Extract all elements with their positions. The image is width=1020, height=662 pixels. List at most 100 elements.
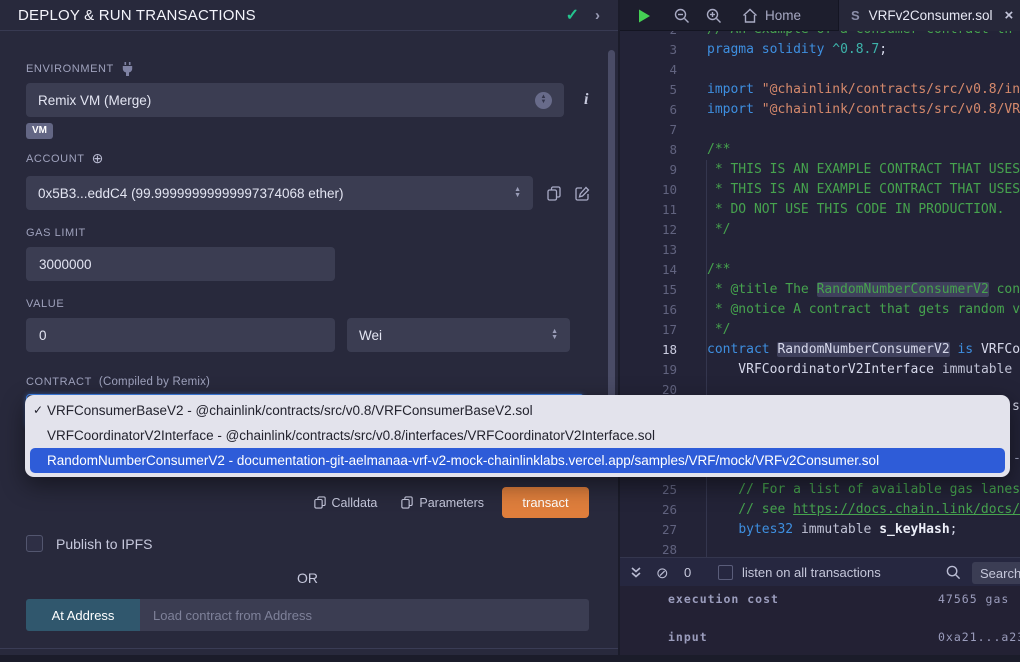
line-number: 27 [620, 520, 677, 540]
copy-parameters-button[interactable]: Parameters [401, 496, 484, 510]
vm-badge: VM [26, 123, 53, 139]
select-carets-icon: ▲▼ [551, 329, 558, 341]
home-icon [742, 8, 758, 24]
contract-option[interactable]: ✓VRFConsumerBaseV2 - @chainlink/contract… [25, 398, 1010, 423]
code-line[interactable]: 11 * DO NOT USE THIS CODE IN PRODUCTION. [620, 200, 1020, 220]
account-select[interactable]: 0x5B3...eddC4 (99.99999999999997374068 e… [26, 176, 533, 210]
line-number: 17 [620, 320, 677, 340]
copy-calldata-button[interactable]: Calldata [314, 496, 378, 510]
environment-info-icon[interactable]: i [584, 91, 588, 109]
code-text: // For a list of available gas lanes [707, 480, 1020, 500]
line-number: 25 [620, 480, 677, 500]
code-text: * THIS IS AN EXAMPLE CONTRACT THAT USES [707, 180, 1020, 200]
plug-icon [121, 62, 134, 76]
edit-account-icon[interactable] [575, 186, 590, 201]
code-line[interactable]: 27 bytes32 immutable s_keyHash; [620, 520, 1020, 540]
gas-limit-input[interactable] [26, 247, 335, 281]
add-account-plus-icon[interactable]: ⊕ [92, 150, 104, 167]
clear-console-ban-icon[interactable]: ⊘ [656, 558, 669, 587]
line-number: 13 [620, 240, 677, 260]
contract-dropdown-menu: ✓VRFConsumerBaseV2 - @chainlink/contract… [25, 395, 1010, 477]
gas-limit-label: GAS LIMIT [26, 227, 618, 239]
code-line[interactable]: 6import "@chainlink/contracts/src/v0.8/V… [620, 100, 1020, 120]
contract-option-label: VRFConsumerBaseV2 - @chainlink/contracts… [47, 403, 533, 418]
code-line[interactable]: 13 [620, 240, 1020, 260]
listen-all-transactions-checkbox[interactable] [718, 558, 733, 587]
publish-ipfs-checkbox[interactable] [26, 535, 43, 552]
copy-account-icon[interactable] [547, 186, 561, 201]
code-text: */ [707, 320, 730, 340]
zoom-out-icon[interactable] [674, 0, 690, 31]
line-number: 28 [620, 540, 677, 557]
code-line[interactable]: 15 * @title The RandomNumberConsumerV2 c… [620, 280, 1020, 300]
indent-guide [706, 160, 707, 557]
value-unit-select[interactable]: Wei ▲▼ [347, 318, 570, 352]
close-tab-icon[interactable]: × [1004, 7, 1013, 24]
select-carets-icon: ▲▼ [514, 187, 521, 199]
code-line[interactable]: 19 VRFCoordinatorV2Interface immutable [620, 360, 1020, 380]
select-carets-icon: ▲▼ [535, 92, 552, 109]
code-line[interactable]: 9 * THIS IS AN EXAMPLE CONTRACT THAT USE… [620, 160, 1020, 180]
or-separator: OR [26, 570, 589, 586]
contract-label: CONTRACT (Compiled by Remix) [26, 376, 618, 388]
at-address-button[interactable]: At Address [26, 599, 140, 631]
value-label: VALUE [26, 298, 618, 310]
line-number: 7 [620, 120, 677, 140]
code-text: /** [707, 260, 730, 280]
code-text: import "@chainlink/contracts/src/v0.8/in… [707, 80, 1020, 100]
terminal-search-input[interactable] [972, 562, 1020, 584]
code-line[interactable]: 7 [620, 120, 1020, 140]
home-tab[interactable]: Home [742, 0, 801, 31]
code-text: contract RandomNumberConsumerV2 is VRFCo… [707, 340, 1020, 360]
code-text: */ [707, 220, 730, 240]
panel-header: DEPLOY & RUN TRANSACTIONS ✓ › [0, 0, 618, 31]
terminal-output: execution cost47565 gasinput0xa21...a23e… [620, 586, 1020, 655]
panel-scrollbar[interactable] [608, 50, 615, 430]
code-line[interactable]: 3 pragma solidity ^0.8.7; [620, 40, 1020, 60]
code-line[interactable]: 16 * @notice A contract that gets random… [620, 300, 1020, 320]
code-line[interactable]: 12 */ [620, 220, 1020, 240]
code-line[interactable]: 17 */ [620, 320, 1020, 340]
expand-terminal-chevrons-icon[interactable] [630, 558, 642, 587]
terminal-row-value: 47565 gas [938, 592, 1020, 606]
run-script-play-icon[interactable] [637, 0, 652, 31]
code-text: VRFCoordinatorV2Interface immutable [707, 360, 1012, 380]
at-address-input[interactable] [140, 599, 589, 631]
code-line[interactable]: 14 /** [620, 260, 1020, 280]
contract-option[interactable]: RandomNumberConsumerV2 - documentation-g… [30, 448, 1005, 473]
code-line[interactable]: 26 // see https://docs.chain.link/docs/ [620, 500, 1020, 520]
environment-select[interactable]: Remix VM (Merge) ▲▼ [26, 83, 564, 117]
zoom-in-icon[interactable] [706, 0, 722, 31]
code-line[interactable]: 4 [620, 60, 1020, 80]
line-number: 16 [620, 300, 677, 320]
code-text: import "@chainlink/contracts/src/v0.8/VR… [707, 100, 1020, 120]
transact-button[interactable]: transact [502, 487, 589, 518]
panel-title: DEPLOY & RUN TRANSACTIONS [18, 7, 566, 24]
panel-collapse-chevron-icon[interactable]: › [595, 7, 600, 24]
contract-option[interactable]: VRFCoordinatorV2Interface - @chainlink/c… [25, 423, 1010, 448]
code-line[interactable]: 18contract RandomNumberConsumerV2 is VRF… [620, 340, 1020, 360]
code-text: // see https://docs.chain.link/docs/ [707, 500, 1020, 520]
line-number: 14 [620, 260, 677, 280]
line-number: 3 [620, 40, 677, 60]
tab-vrfv2consumer[interactable]: S VRFv2Consumer.sol × [838, 0, 1020, 31]
contract-option-label: RandomNumberConsumerV2 - documentation-g… [47, 453, 879, 468]
value-input[interactable] [26, 318, 335, 352]
code-editor: 2// An example of a consumer contract th… [620, 0, 1020, 655]
code-line[interactable]: 28 [620, 540, 1020, 557]
line-number: 9 [620, 160, 677, 180]
line-number: 8 [620, 140, 677, 160]
line-number: 10 [620, 180, 677, 200]
code-text: pragma solidity ^0.8.7; [707, 40, 887, 60]
account-label: ACCOUNT ⊕ [26, 150, 618, 167]
code-line[interactable]: 25 // For a list of available gas lanes [620, 480, 1020, 500]
line-number: 11 [620, 200, 677, 220]
search-icon [946, 558, 961, 587]
terminal-toolbar: ⊘ 0 listen on all transactions [620, 557, 1020, 586]
code-line[interactable]: 5import "@chainlink/contracts/src/v0.8/i… [620, 80, 1020, 100]
solidity-file-icon: S [851, 8, 860, 23]
code-line[interactable]: 8/** [620, 140, 1020, 160]
compile-success-check-icon[interactable]: ✓ [566, 5, 579, 25]
line-number: 15 [620, 280, 677, 300]
code-line[interactable]: 10 * THIS IS AN EXAMPLE CONTRACT THAT US… [620, 180, 1020, 200]
